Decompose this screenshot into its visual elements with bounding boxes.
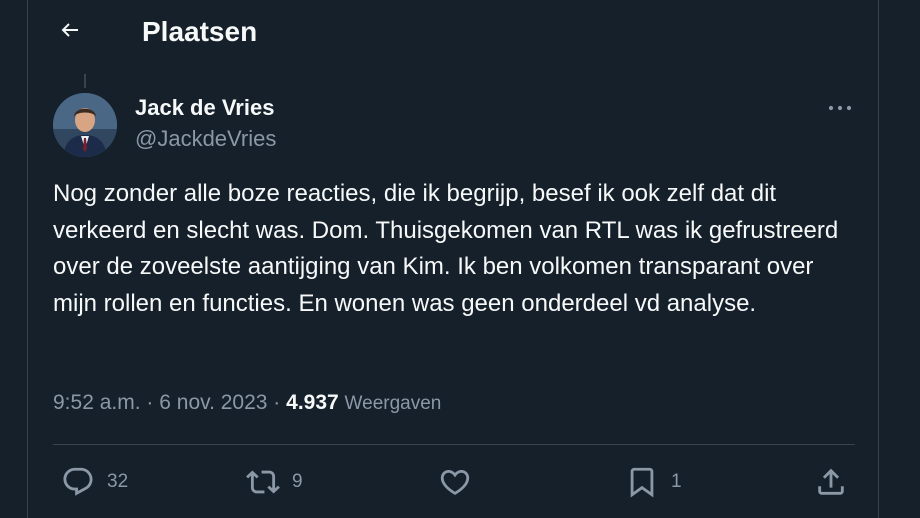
more-icon bbox=[828, 99, 852, 117]
author-name[interactable]: Jack de Vries bbox=[135, 94, 274, 122]
meta-separator: · bbox=[146, 391, 154, 414]
timeline-column: Plaatsen Jack de Vries @JackdeVries Nog … bbox=[27, 0, 879, 518]
repost-count: 9 bbox=[292, 471, 303, 492]
more-options-button[interactable] bbox=[822, 94, 858, 122]
repost-button[interactable]: 9 bbox=[246, 464, 303, 500]
page-header: Plaatsen bbox=[28, 0, 878, 64]
post-time[interactable]: 9:52 a.m. bbox=[53, 391, 141, 414]
reply-count: 32 bbox=[107, 471, 129, 492]
divider bbox=[53, 444, 855, 445]
page-title: Plaatsen bbox=[142, 16, 258, 47]
bookmark-count: 1 bbox=[671, 471, 682, 492]
arrow-left-icon bbox=[58, 18, 82, 47]
views-count: 4.937 bbox=[286, 391, 339, 414]
post-meta: 9:52 a.m. · 6 nov. 2023 · 4.937 Weergave… bbox=[53, 388, 441, 419]
share-button[interactable] bbox=[814, 464, 848, 500]
like-icon bbox=[438, 465, 472, 499]
views-label: Weergaven bbox=[344, 393, 442, 414]
repost-icon bbox=[246, 465, 280, 499]
bookmark-button[interactable]: 1 bbox=[625, 464, 682, 500]
meta-separator: · bbox=[273, 391, 281, 414]
share-icon bbox=[814, 465, 848, 499]
thread-connector-line bbox=[84, 74, 86, 88]
author-handle[interactable]: @JackdeVries bbox=[135, 125, 276, 153]
bookmark-icon bbox=[625, 465, 659, 499]
avatar[interactable] bbox=[53, 93, 117, 157]
reply-button[interactable]: 32 bbox=[61, 464, 128, 500]
like-button[interactable] bbox=[438, 464, 472, 500]
back-button[interactable] bbox=[52, 14, 88, 50]
post-date[interactable]: 6 nov. 2023 bbox=[159, 391, 267, 414]
post-text: Nog zonder alle boze reacties, die ik be… bbox=[53, 180, 839, 317]
reply-icon bbox=[61, 465, 95, 499]
